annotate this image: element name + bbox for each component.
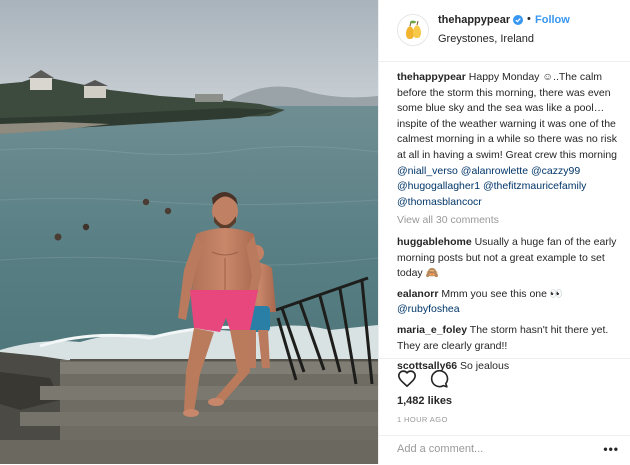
comment: ealanorr Mmm you see this one 👀 @rubyfos… (397, 287, 623, 318)
header-separator-dot: • (527, 13, 531, 25)
caption-mention[interactable]: @hugogallagher1 (397, 180, 480, 192)
comment: huggablehome Usually a huge fan of the e… (397, 235, 623, 282)
avatar[interactable] (397, 14, 429, 46)
view-all-comments-link[interactable]: View all 30 comments (397, 213, 623, 229)
comment-bubble-icon[interactable] (429, 369, 449, 388)
comment-username[interactable]: ealanorr (397, 288, 438, 300)
caption-mention[interactable]: @thomasblancocr (397, 196, 482, 208)
comment-username[interactable]: maria_e_foley (397, 324, 467, 336)
follow-button[interactable]: Follow (535, 14, 570, 26)
post-photo[interactable] (0, 0, 378, 464)
comment-text: Mmm you see this one 👀 (441, 287, 563, 300)
caption-mention[interactable]: @niall_verso (397, 165, 458, 177)
header-username[interactable]: thehappypear (438, 14, 510, 26)
caption-text: Happy Monday ☺..The calm before the stor… (397, 71, 618, 161)
comments-list[interactable]: thehappypear Happy Monday ☺..The calm be… (397, 70, 623, 380)
add-comment-bar: ••• (379, 435, 630, 465)
caption-mention[interactable]: @cazzy99 (531, 165, 580, 177)
caption-username[interactable]: thehappypear (397, 71, 466, 83)
verified-badge-icon (513, 15, 523, 25)
add-comment-input[interactable] (397, 443, 587, 455)
caption-mention[interactable]: @thefitzmauricefamily (483, 180, 586, 192)
comment: maria_e_foley The storm hasn't hit there… (397, 323, 623, 354)
pears-logo-icon (398, 15, 428, 45)
more-options-icon[interactable]: ••• (603, 442, 619, 456)
likes-count[interactable]: 1,482 likes (397, 395, 452, 407)
comment-username[interactable]: huggablehome (397, 236, 472, 248)
post-caption: thehappypear Happy Monday ☺..The calm be… (397, 70, 623, 210)
post-actions: 1,482 likes 1 HOUR AGO ••• (379, 358, 630, 465)
post-timestamp[interactable]: 1 HOUR AGO (397, 415, 448, 424)
comment-mention[interactable]: @rubyfoshea (397, 303, 460, 315)
caption-mention[interactable]: @alanrowlette (461, 165, 528, 177)
photo-scene (0, 0, 378, 464)
instagram-post: thehappypear • Follow Greystones, Irelan… (0, 0, 630, 464)
post-side-panel: thehappypear • Follow Greystones, Irelan… (378, 0, 630, 464)
heart-icon[interactable] (397, 369, 417, 387)
location-link[interactable]: Greystones, Ireland (438, 33, 534, 45)
post-header: thehappypear • Follow Greystones, Irelan… (379, 0, 630, 62)
